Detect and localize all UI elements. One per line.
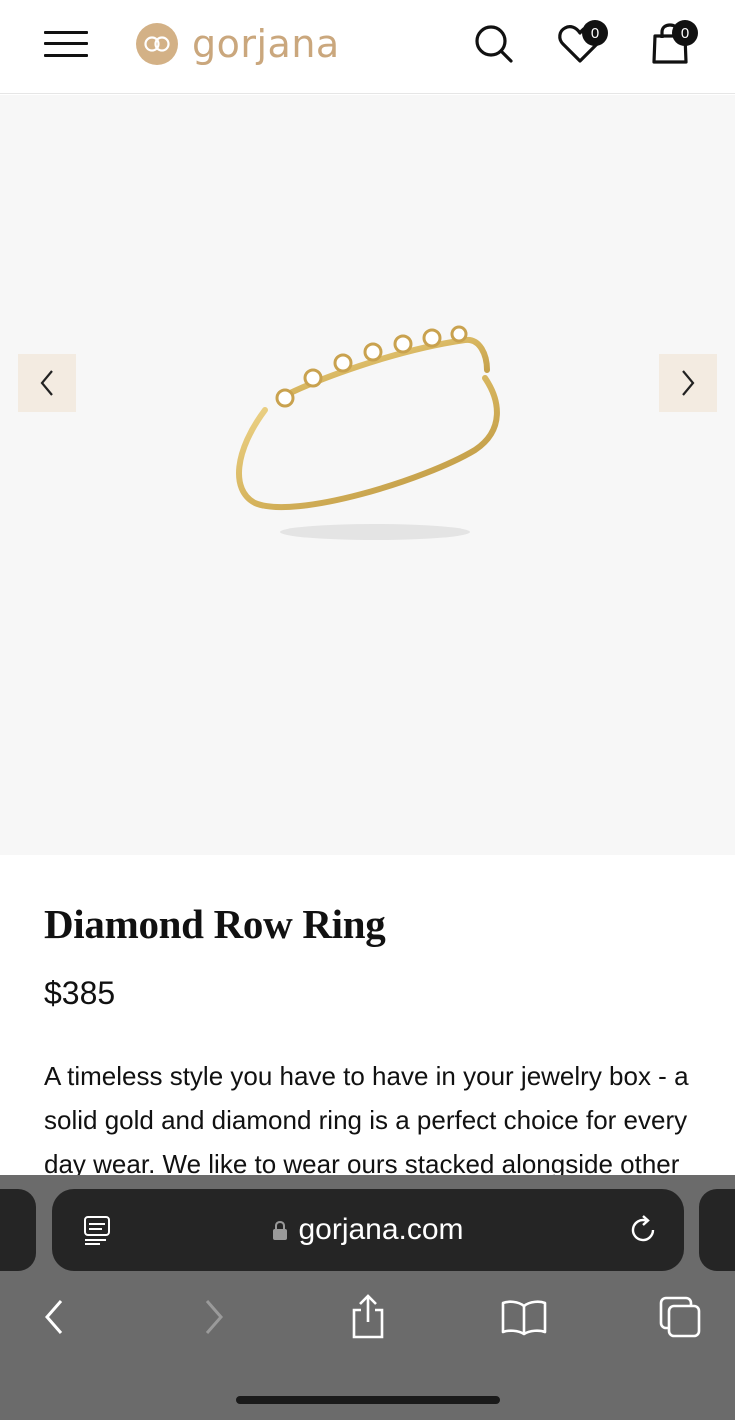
reload-icon[interactable] (626, 1213, 660, 1247)
search-icon[interactable] (468, 18, 520, 70)
wishlist-count-badge: 0 (582, 20, 608, 46)
url-display[interactable]: gorjana.com (52, 1189, 684, 1271)
forward-icon[interactable] (184, 1287, 244, 1347)
browser-toolbar: gorjana.com (0, 1175, 735, 1420)
chevron-left-icon (40, 370, 53, 396)
product-price: $385 (44, 975, 116, 1011)
url-text: gorjana.com (298, 1213, 464, 1246)
chevron-right-icon (682, 370, 695, 396)
product-image-gallery (0, 95, 735, 855)
brand-logo[interactable]: gorjana (136, 18, 340, 70)
product-description: A timeless style you have to have in you… (44, 1061, 689, 1179)
cart-count-badge: 0 (672, 20, 698, 46)
tabs-icon[interactable] (650, 1287, 710, 1347)
lock-icon (273, 1221, 288, 1240)
cart-button[interactable]: 0 (644, 18, 698, 70)
site-header: gorjana 0 0 (0, 0, 735, 94)
back-icon[interactable] (24, 1287, 84, 1347)
next-tab-preview[interactable] (699, 1189, 735, 1271)
home-indicator (236, 1396, 500, 1404)
prev-image-button[interactable] (18, 354, 76, 412)
product-image[interactable] (225, 300, 515, 550)
address-bar[interactable]: gorjana.com (52, 1189, 684, 1271)
next-image-button[interactable] (659, 354, 717, 412)
logo-text: gorjana (192, 22, 340, 66)
product-title: Diamond Row Ring (44, 901, 386, 947)
wishlist-button[interactable]: 0 (554, 18, 608, 70)
share-icon[interactable] (338, 1287, 398, 1347)
previous-tab-preview[interactable] (0, 1189, 36, 1271)
hamburger-menu-icon[interactable] (40, 26, 92, 62)
logo-mark-icon (136, 23, 178, 65)
bookmarks-icon[interactable] (494, 1287, 554, 1347)
